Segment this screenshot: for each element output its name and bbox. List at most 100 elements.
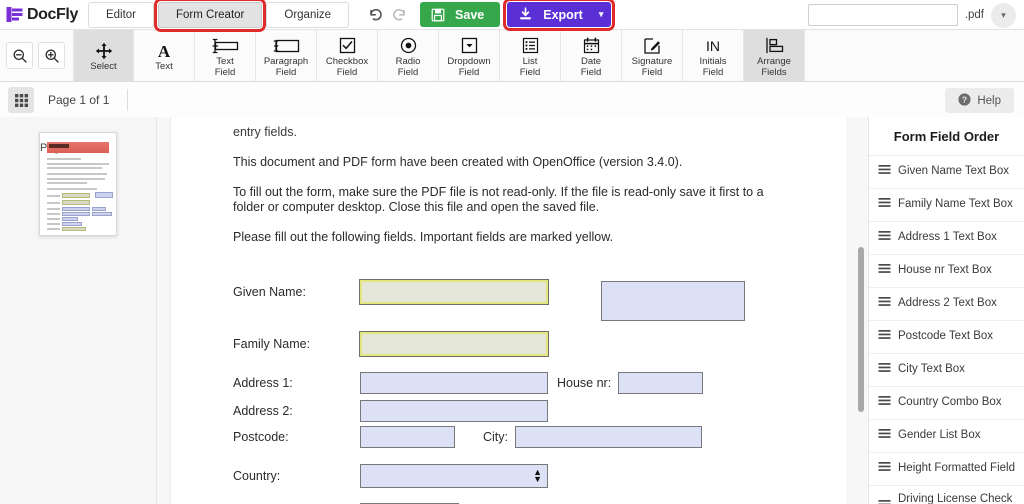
drag-handle-icon[interactable] — [878, 328, 891, 346]
tool-dropdown-field[interactable]: Dropdown Field — [439, 30, 500, 81]
document-paragraph: This document and PDF form have been cre… — [233, 155, 798, 170]
letter-a-icon: A — [155, 41, 173, 60]
field-order-item[interactable]: Height Formatted Field — [869, 453, 1024, 486]
docfly-logo-icon — [6, 6, 23, 23]
undo-icon[interactable] — [367, 6, 384, 23]
drag-handle-icon[interactable] — [878, 498, 891, 504]
tab-editor[interactable]: Editor — [88, 2, 154, 28]
zoom-in-icon[interactable] — [38, 42, 65, 69]
undo-redo-group — [367, 6, 408, 23]
zoom-out-icon[interactable] — [6, 42, 33, 69]
field-order-list: Given Name Text BoxFamily Name Text Box A… — [869, 156, 1024, 504]
export-button[interactable]: Export ▾ — [507, 2, 611, 27]
field-order-item[interactable]: Address 1 Text Box — [869, 222, 1024, 255]
drag-handle-icon[interactable] — [878, 427, 891, 445]
paragraph-field-box[interactable] — [601, 281, 745, 321]
spinner-arrows-icon: ▲▼ — [533, 469, 542, 483]
field-order-item[interactable]: Address 2 Text Box — [869, 288, 1024, 321]
help-label: Help — [977, 95, 1001, 107]
drag-handle-icon[interactable] — [878, 361, 891, 379]
checkbox-icon — [339, 36, 356, 55]
help-button[interactable]: ? Help — [945, 88, 1014, 113]
tool-label: Date Field — [581, 57, 602, 78]
drag-handle-icon[interactable] — [878, 394, 891, 412]
field-order-title: Form Field Order — [869, 117, 1024, 156]
docfly-app: DocFly Editor Form Creator Organize — [0, 0, 1024, 504]
tool-date-field[interactable]: Date Field — [561, 30, 622, 81]
pagebar-divider — [127, 89, 128, 111]
field-order-item[interactable]: Postcode Text Box — [869, 321, 1024, 354]
country-label: Country: — [233, 469, 360, 483]
tool-text[interactable]: A Text — [134, 30, 195, 81]
document-page: entry fields. This document and PDF form… — [170, 117, 846, 504]
filename-dropdown-button[interactable]: ▾ — [991, 3, 1016, 28]
tab-form-creator[interactable]: Form Creator — [158, 2, 262, 28]
form-field-order-panel: Form Field Order Given Name Text BoxFami… — [868, 117, 1024, 504]
tool-arrange-fields[interactable]: Arrange Fields — [744, 30, 805, 81]
tool-initials-field[interactable]: IN Initials Field — [683, 30, 744, 81]
drag-handle-icon[interactable] — [878, 196, 891, 214]
calendar-icon — [583, 36, 600, 55]
drag-handle-icon[interactable] — [878, 163, 891, 181]
grid-icon[interactable] — [8, 87, 34, 113]
tool-label: Paragraph Field — [264, 57, 308, 78]
main-tabs: Editor Form Creator Organize — [88, 0, 353, 30]
drag-handle-icon[interactable] — [878, 460, 891, 478]
field-order-item-label: Postcode Text Box — [898, 330, 993, 344]
field-order-item-label: Address 2 Text Box — [898, 297, 997, 311]
tool-checkbox-field[interactable]: Checkbox Field — [317, 30, 378, 81]
tool-signature-field[interactable]: Signature Field — [622, 30, 683, 81]
download-icon — [518, 7, 533, 22]
drag-handle-icon[interactable] — [878, 295, 891, 313]
scrollbar-thumb[interactable] — [858, 247, 864, 412]
field-order-item[interactable]: City Text Box — [869, 354, 1024, 387]
city-field[interactable] — [515, 426, 702, 448]
family-name-label: Family Name: — [233, 337, 360, 351]
tool-paragraph-field[interactable]: Paragraph Field — [256, 30, 317, 81]
workspace: Page 1 entry fields. This document and P… — [0, 117, 1024, 504]
filename-input[interactable] — [808, 4, 958, 26]
tool-label: Text — [155, 62, 172, 73]
field-order-item[interactable]: House nr Text Box — [869, 255, 1024, 288]
given-name-field[interactable] — [360, 280, 548, 304]
redo-icon[interactable] — [391, 6, 408, 23]
house-nr-field[interactable] — [618, 372, 703, 394]
postcode-field[interactable] — [360, 426, 455, 448]
thumbnail-header-band — [47, 142, 109, 153]
tool-radio-field[interactable]: Radio Field — [378, 30, 439, 81]
tab-organize[interactable]: Organize — [266, 2, 349, 28]
field-order-item[interactable]: Gender List Box — [869, 420, 1024, 453]
svg-text:IN: IN — [706, 38, 720, 54]
drag-handle-icon[interactable] — [878, 229, 891, 247]
drag-handle-icon[interactable] — [878, 262, 891, 280]
field-order-item-label: Address 1 Text Box — [898, 231, 997, 245]
export-caret-icon[interactable]: ▾ — [599, 9, 604, 20]
tool-buttons: Select A Text Text Field — [73, 30, 805, 81]
family-name-field[interactable] — [360, 332, 548, 356]
tool-list-field[interactable]: List Field — [500, 30, 561, 81]
field-order-item[interactable]: Country Combo Box — [869, 387, 1024, 420]
tool-select[interactable]: Select — [73, 30, 134, 81]
country-combo-box[interactable]: ▲▼ — [360, 464, 548, 488]
list-icon — [522, 36, 539, 55]
arrange-fields-icon — [765, 36, 784, 55]
field-order-item[interactable]: Driving License Check Box — [869, 486, 1024, 504]
field-order-item-label: Gender List Box — [898, 429, 980, 443]
postcode-label: Postcode: — [233, 430, 360, 444]
city-label: City: — [483, 430, 508, 444]
form-tools-toolbar: Select A Text Text Field — [0, 30, 1024, 82]
save-disk-icon — [431, 8, 445, 22]
address1-field[interactable] — [360, 372, 548, 394]
document-scrollbar[interactable] — [858, 117, 864, 504]
page-thumbnail[interactable]: Page 1 — [39, 132, 117, 236]
tool-label: Signature Field — [632, 57, 673, 78]
address1-label: Address 1: — [233, 376, 360, 390]
address2-field[interactable] — [360, 400, 548, 422]
document-paragraph: Please fill out the following fields. Im… — [233, 230, 798, 245]
tool-text-field[interactable]: Text Field — [195, 30, 256, 81]
field-order-item[interactable]: Family Name Text Box — [869, 189, 1024, 222]
save-button[interactable]: Save — [420, 2, 500, 27]
field-order-item-label: Height Formatted Field — [898, 462, 1015, 476]
field-order-item[interactable]: Given Name Text Box — [869, 156, 1024, 189]
field-order-item-label: House nr Text Box — [898, 264, 992, 278]
